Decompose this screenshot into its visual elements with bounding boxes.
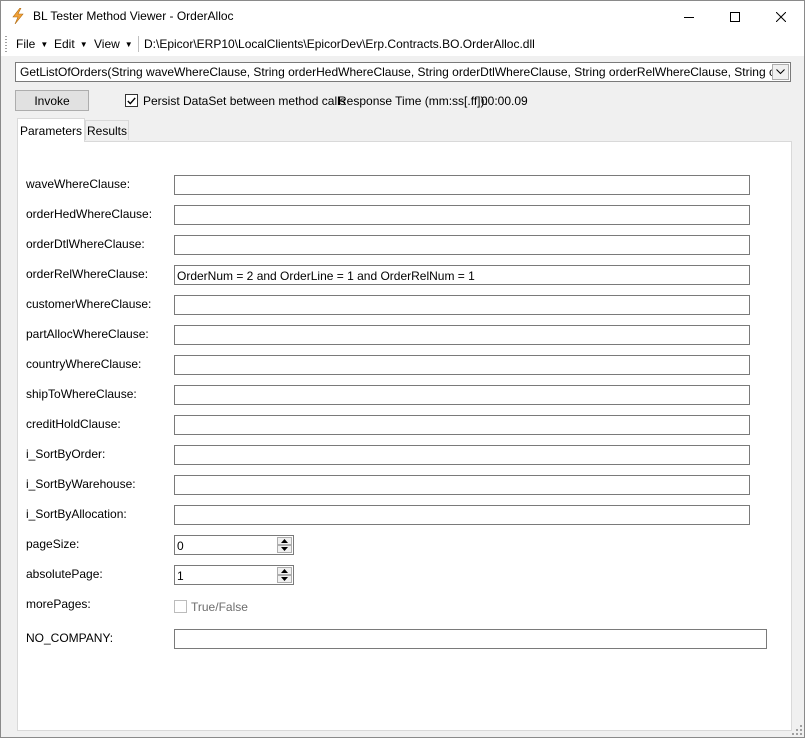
param-label-pageSize: pageSize: — [26, 537, 80, 551]
chevron-down-icon: ▼ — [79, 40, 88, 49]
input-i_SortByAllocation[interactable] — [174, 505, 750, 525]
input-creditHoldClause[interactable] — [174, 415, 750, 435]
absolutePage-stepper[interactable]: 1 — [174, 565, 294, 585]
chevron-down-icon: ▼ — [40, 40, 49, 49]
arrow-down-icon — [281, 577, 288, 581]
maximize-button[interactable] — [712, 1, 758, 32]
pageSize-decrement-button[interactable] — [277, 545, 292, 553]
method-selector[interactable]: GetListOfOrders(String waveWhereClause, … — [15, 62, 791, 82]
toolstrip-grip[interactable] — [5, 36, 7, 52]
input-shipToWhereClause[interactable] — [174, 385, 750, 405]
response-time-value: 00:00.09 — [481, 94, 528, 108]
input-i_SortByOrder[interactable] — [174, 445, 750, 465]
menu-edit-label: Edit — [54, 37, 75, 51]
arrow-up-icon — [281, 569, 288, 573]
tab-parameters[interactable]: Parameters — [17, 118, 85, 142]
pageSize-stepper[interactable]: 0 — [174, 535, 294, 555]
response-time-label: Response Time (mm:ss[.ff]): — [338, 94, 488, 108]
window-title: BL Tester Method Viewer - OrderAlloc — [33, 9, 234, 23]
param-label-waveWhereClause: waveWhereClause: — [26, 177, 131, 191]
pageSize-increment-button[interactable] — [277, 537, 292, 545]
tab-results[interactable]: Results — [85, 120, 129, 140]
menu-separator — [138, 36, 139, 52]
menu-file-label: File — [16, 37, 36, 51]
param-label-orderDtlWhereClause: orderDtlWhereClause: — [26, 237, 145, 251]
persist-dataset-checkbox[interactable] — [125, 94, 138, 107]
arrow-down-icon — [281, 547, 288, 551]
input-i_SortByWarehouse[interactable] — [174, 475, 750, 495]
method-selector-value: GetListOfOrders(String waveWhereClause, … — [20, 65, 772, 79]
menu-view[interactable]: View ▼ — [94, 37, 133, 51]
resize-grip-icon[interactable] — [792, 725, 802, 735]
input-waveWhereClause[interactable] — [174, 175, 750, 195]
param-label-orderRelWhereClause: orderRelWhereClause: — [26, 267, 149, 281]
invoke-button[interactable]: Invoke — [15, 90, 89, 111]
close-button[interactable] — [758, 1, 804, 32]
absolutePage-value: 1 — [177, 569, 184, 583]
assembly-path: D:\Epicor\ERP10\LocalClients\EpicorDev\E… — [144, 37, 535, 51]
chevron-down-icon — [776, 69, 785, 75]
param-label-countryWhereClause: countryWhereClause: — [26, 357, 142, 371]
method-dropdown-button[interactable] — [772, 64, 789, 80]
param-label-morePages: morePages: — [26, 597, 91, 611]
input-countryWhereClause[interactable] — [174, 355, 750, 375]
menu-view-label: View — [94, 37, 120, 51]
absolutePage-decrement-button[interactable] — [277, 575, 292, 583]
menu-bar: File ▼ Edit ▼ View ▼ D:\Epicor\ERP10\LocalC… — [1, 32, 804, 56]
param-label-creditHoldClause: creditHoldClause: — [26, 417, 121, 431]
morePages-check-label: True/False — [191, 600, 248, 614]
param-label-orderHedWhereClause: orderHedWhereClause: — [26, 207, 153, 221]
menu-edit[interactable]: Edit ▼ — [54, 37, 88, 51]
morePages-checkbox — [174, 600, 187, 613]
maximize-icon — [730, 11, 740, 22]
checkmark-icon — [127, 96, 136, 105]
param-label-i_SortByWarehouse: i_SortByWarehouse: — [26, 477, 136, 491]
pageSize-value: 0 — [177, 539, 184, 553]
input-partAllocWhereClause[interactable] — [174, 325, 750, 345]
title-bar: BL Tester Method Viewer - OrderAlloc — [1, 1, 804, 32]
param-label-i_SortByAllocation: i_SortByAllocation: — [26, 507, 127, 521]
menu-file[interactable]: File ▼ — [16, 37, 48, 51]
input-customerWhereClause[interactable] — [174, 295, 750, 315]
param-label-NO_COMPANY: NO_COMPANY: — [26, 631, 114, 645]
param-label-customerWhereClause: customerWhereClause: — [26, 297, 152, 311]
close-icon — [776, 11, 786, 22]
absolutePage-increment-button[interactable] — [277, 567, 292, 575]
input-orderHedWhereClause[interactable] — [174, 205, 750, 225]
arrow-up-icon — [281, 539, 288, 543]
input-orderDtlWhereClause[interactable] — [174, 235, 750, 255]
param-label-partAllocWhereClause: partAllocWhereClause: — [26, 327, 149, 341]
input-orderRelWhereClause[interactable]: OrderNum = 2 and OrderLine = 1 and Order… — [174, 265, 750, 285]
minimize-icon — [684, 16, 694, 18]
method-viewer-window: BL Tester Method Viewer - OrderAlloc Fil… — [0, 0, 805, 738]
lightning-app-icon — [12, 8, 24, 24]
param-label-shipToWhereClause: shipToWhereClause: — [26, 387, 137, 401]
param-label-i_SortByOrder: i_SortByOrder: — [26, 447, 106, 461]
input-NO_COMPANY[interactable] — [174, 629, 767, 649]
persist-dataset-label: Persist DataSet between method calls — [143, 94, 346, 108]
param-label-absolutePage: absolutePage: — [26, 567, 103, 581]
chevron-down-icon: ▼ — [124, 40, 133, 49]
minimize-button[interactable] — [666, 1, 712, 32]
